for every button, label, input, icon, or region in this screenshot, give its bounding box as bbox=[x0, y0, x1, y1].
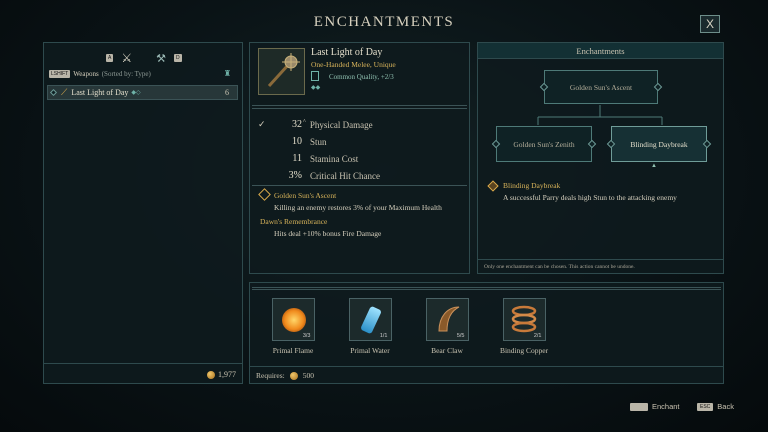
material-slot[interactable]: 2/1 Binding Copper bbox=[489, 298, 559, 355]
selected-arrow-icon: ▲ bbox=[651, 163, 657, 169]
enchant-marker-icon: ◆◇ bbox=[131, 90, 141, 96]
enchant-label: Enchant bbox=[652, 402, 680, 411]
stat-value: 11 bbox=[292, 153, 302, 164]
stat-row: 10 Stun bbox=[258, 133, 458, 150]
sort-label: (Sorted by: Type) bbox=[101, 69, 151, 78]
upgrade-pips-icon: ◆◆ bbox=[311, 85, 321, 91]
enchantment-panel-title: Enchantments bbox=[478, 43, 723, 59]
material-name: Binding Copper bbox=[499, 346, 549, 355]
space-key-icon bbox=[630, 402, 648, 411]
stat-label: Physical Damage bbox=[309, 119, 373, 130]
coin-icon bbox=[207, 370, 215, 379]
bear-claw-icon: 5/5 bbox=[425, 298, 469, 341]
stat-value: 10 bbox=[292, 136, 302, 147]
divider bbox=[252, 105, 467, 109]
category-tabs: A ⚔ ⚒ D bbox=[106, 51, 182, 65]
mace-icon bbox=[267, 53, 300, 88]
equipped-diamond-icon bbox=[49, 88, 58, 97]
perk-description: Hits deal +10% bonus Fire Damage bbox=[274, 229, 382, 238]
quality-icon bbox=[311, 71, 319, 81]
close-button[interactable]: X bbox=[700, 15, 720, 33]
category-header: LSHIFT Weapons (Sorted by: Type) ♜ bbox=[49, 69, 239, 78]
material-count: 2/1 bbox=[533, 333, 542, 339]
enchant-button[interactable]: Enchant bbox=[630, 402, 680, 411]
divider bbox=[44, 363, 242, 364]
stats-list: ✓ 32 ^ Physical Damage 10 Stun 11 Stamin… bbox=[258, 116, 458, 184]
selected-enchant-name: Blinding Daybreak bbox=[503, 181, 561, 190]
material-count: 3/3 bbox=[302, 333, 311, 339]
category-label: Weapons bbox=[73, 69, 99, 78]
selected-diamond-icon bbox=[487, 180, 499, 192]
next-category-key[interactable]: D bbox=[173, 54, 182, 62]
currency-amount: 1,977 bbox=[218, 370, 236, 379]
back-label: Back bbox=[717, 402, 734, 411]
weapon-count: 6 bbox=[225, 88, 229, 97]
increase-icon: ^ bbox=[303, 118, 306, 125]
material-name: Primal Water bbox=[350, 346, 390, 355]
material-count: 5/5 bbox=[456, 333, 465, 339]
page-title: ENCHANTMENTS bbox=[313, 14, 455, 30]
weapon-thumbnail bbox=[258, 48, 305, 95]
divider bbox=[478, 259, 723, 260]
material-slot[interactable]: 5/5 Bear Claw bbox=[412, 298, 482, 355]
divider bbox=[252, 287, 721, 290]
selected-enchant-description: A successful Parry deals high Stun to th… bbox=[503, 193, 677, 202]
binding-copper-icon: 2/1 bbox=[502, 298, 546, 341]
stat-row: 3% Critical Hit Chance bbox=[258, 167, 458, 184]
perk-name: Dawn's Remembrance bbox=[260, 217, 328, 226]
material-count: 1/1 bbox=[379, 333, 388, 339]
stat-row: ✓ 32 ^ Physical Damage bbox=[258, 116, 458, 133]
check-icon: ✓ bbox=[258, 119, 266, 129]
stat-value: 32 bbox=[292, 119, 302, 130]
coin-icon bbox=[289, 371, 298, 380]
item-detail-panel: Last Light of Day One-Handed Melee, Uniq… bbox=[249, 42, 470, 274]
enchant-node-root: Golden Sun's Ascent bbox=[544, 70, 658, 104]
enchantment-panel: Enchantments Golden Sun's Ascent Golden … bbox=[477, 42, 724, 274]
weapon-list-panel: A ⚔ ⚒ D LSHIFT Weapons (Sorted by: Type)… bbox=[43, 42, 243, 384]
material-name: Bear Claw bbox=[431, 346, 463, 355]
weapons-category-icon[interactable]: ⚔ bbox=[121, 51, 132, 65]
stat-label: Stun bbox=[310, 136, 327, 147]
list-item[interactable]: ⟋ Last Light of Day ◆◇ 6 bbox=[47, 85, 238, 100]
divider bbox=[252, 185, 467, 186]
weapon-name: Last Light of Day bbox=[71, 88, 129, 97]
divider bbox=[250, 366, 723, 367]
sword-icon: ⟋ bbox=[61, 87, 68, 98]
item-quality: Common Quality, +2/3 bbox=[329, 73, 394, 81]
stat-value: 3% bbox=[288, 170, 302, 181]
item-name: Last Light of Day bbox=[311, 47, 383, 58]
bag-icon: ♜ bbox=[223, 69, 231, 78]
enchant-diamond-icon bbox=[258, 188, 271, 201]
requires-label: Requires: bbox=[256, 371, 285, 380]
primal-water-icon: 1/1 bbox=[348, 298, 392, 341]
enchant-note: Only one enchantment can be chosen. This… bbox=[484, 264, 635, 270]
enchant-option-daybreak[interactable]: Blinding Daybreak bbox=[611, 126, 707, 162]
materials-panel: 3/3 Primal Flame 1/1 Primal Water 5/5 Be… bbox=[249, 282, 724, 384]
requirement-row: Requires: 500 bbox=[256, 371, 314, 380]
material-name: Primal Flame bbox=[272, 346, 314, 355]
back-button[interactable]: ESC Back bbox=[697, 402, 734, 411]
primal-flame-icon: 3/3 bbox=[271, 298, 315, 341]
item-type: One-Handed Melee, Unique bbox=[311, 60, 396, 69]
currency-display: 1,977 bbox=[207, 370, 236, 379]
enchant-name: Golden Sun's Ascent bbox=[274, 191, 337, 200]
anvil-category-icon[interactable]: ⚒ bbox=[156, 52, 166, 65]
enchant-description: Killing an enemy restores 3% of your Max… bbox=[274, 203, 442, 212]
stat-label: Critical Hit Chance bbox=[310, 170, 380, 181]
esc-key: ESC bbox=[697, 402, 714, 411]
stat-row: 11 Stamina Cost bbox=[258, 150, 458, 167]
requires-value: 500 bbox=[302, 371, 314, 380]
enchant-option-zenith[interactable]: Golden Sun's Zenith bbox=[496, 126, 592, 162]
material-slot[interactable]: 3/3 Primal Flame bbox=[258, 298, 328, 355]
material-slot[interactable]: 1/1 Primal Water bbox=[335, 298, 405, 355]
stat-label: Stamina Cost bbox=[310, 153, 359, 164]
prev-category-key[interactable]: A bbox=[106, 54, 114, 62]
sort-key[interactable]: LSHIFT bbox=[49, 69, 71, 78]
